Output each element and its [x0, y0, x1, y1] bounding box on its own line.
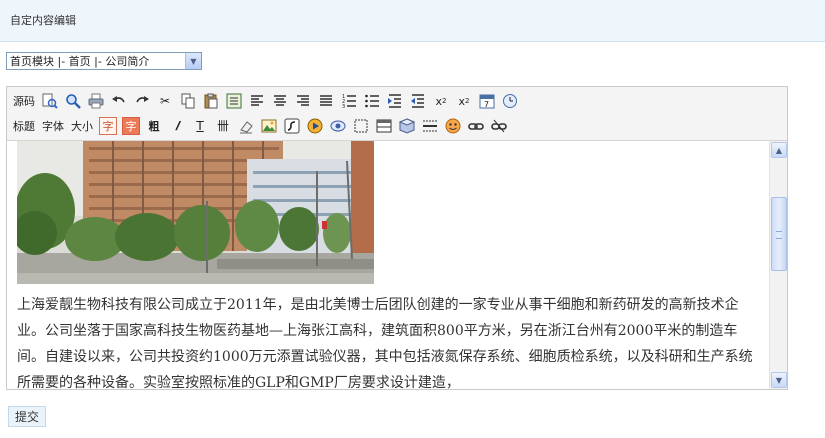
italic-icon[interactable]: 𝐼 — [167, 116, 187, 136]
undo-icon[interactable] — [109, 91, 129, 111]
background-color-button[interactable]: 字 — [121, 116, 141, 136]
unlink-icon[interactable] — [489, 116, 509, 136]
eraser-icon[interactable] — [236, 116, 256, 136]
font-button[interactable]: 字体 — [40, 116, 66, 136]
cut-icon[interactable]: ✂ — [155, 91, 175, 111]
flash-icon[interactable] — [282, 116, 302, 136]
bold-icon: 粗 — [148, 120, 160, 133]
preview-icon[interactable] — [40, 91, 60, 111]
horizontal-rule-icon[interactable] — [420, 116, 440, 136]
layer-icon[interactable] — [351, 116, 371, 136]
realplayer-icon[interactable] — [328, 116, 348, 136]
submit-button[interactable]: 提交 — [8, 406, 46, 427]
emoticon-icon[interactable] — [443, 116, 463, 136]
text-color-icon: 字 — [99, 117, 117, 135]
chevron-down-icon[interactable]: ▼ — [185, 53, 201, 69]
indent-icon[interactable] — [385, 91, 405, 111]
svg-text:3: 3 — [342, 104, 345, 109]
title-bar: 自定内容编辑 — [0, 0, 825, 42]
subscript-icon[interactable]: x2 — [431, 91, 451, 111]
copy-icon[interactable] — [178, 91, 198, 111]
toolbar-row-2: 标题 字体 大小 字 字 粗 𝐼 T 卌 — [11, 115, 509, 137]
company-intro-text: 上海爱靓生物科技有限公司成立于2011年，是由北美博士后团队创建的一家专业从事干… — [17, 297, 753, 389]
bold-button[interactable]: 粗 — [144, 116, 164, 136]
link-icon[interactable] — [466, 116, 486, 136]
select-all-icon[interactable] — [224, 91, 244, 111]
editor-content[interactable]: 上海爱靓生物科技有限公司成立于2011年，是由北美博士后团队创建的一家专业从事干… — [7, 141, 769, 389]
align-left-icon[interactable] — [247, 91, 267, 111]
size-button[interactable]: 大小 — [69, 116, 95, 136]
align-right-icon[interactable] — [293, 91, 313, 111]
superscript-icon[interactable]: x2 — [454, 91, 474, 111]
ordered-list-icon[interactable]: 123 — [339, 91, 359, 111]
print-icon[interactable] — [86, 91, 106, 111]
page-title: 自定内容编辑 — [10, 14, 76, 27]
scroll-up-icon[interactable]: ▲ — [771, 142, 787, 158]
text-color-button[interactable]: 字 — [98, 116, 118, 136]
special-char-icon[interactable] — [397, 116, 417, 136]
rich-text-editor: 源码 ✂ 123 x2 x2 7 标题 字体 大小 字 字 粗 𝐼 T 卌 上海… — [6, 86, 788, 390]
image-icon[interactable] — [259, 116, 279, 136]
table-icon[interactable] — [374, 116, 394, 136]
align-center-icon[interactable] — [270, 91, 290, 111]
date-icon[interactable]: 7 — [477, 91, 497, 111]
svg-text:7: 7 — [484, 100, 489, 109]
source-button[interactable]: 源码 — [11, 91, 37, 111]
paste-icon[interactable] — [201, 91, 221, 111]
vertical-scrollbar[interactable]: ▲ ▼ — [769, 141, 787, 389]
scroll-down-icon[interactable]: ▼ — [771, 372, 787, 388]
module-select-value: 首页模块 |- 首页 |- 公司简介 — [10, 55, 150, 68]
redo-icon[interactable] — [132, 91, 152, 111]
underline-icon[interactable]: T — [190, 116, 210, 136]
justify-icon[interactable] — [316, 91, 336, 111]
outdent-icon[interactable] — [408, 91, 428, 111]
strikethrough-icon[interactable]: 卌 — [213, 116, 233, 136]
find-icon[interactable] — [63, 91, 83, 111]
media-icon[interactable] — [305, 116, 325, 136]
time-icon[interactable] — [500, 91, 520, 111]
background-color-icon: 字 — [122, 117, 140, 135]
editor-toolbar: 源码 ✂ 123 x2 x2 7 标题 字体 大小 字 字 粗 𝐼 T 卌 — [7, 87, 787, 141]
company-building-photo — [17, 141, 374, 284]
unordered-list-icon[interactable] — [362, 91, 382, 111]
scrollbar-thumb[interactable] — [771, 197, 787, 271]
toolbar-row-1: 源码 ✂ 123 x2 x2 7 — [11, 90, 520, 112]
module-select[interactable]: 首页模块 |- 首页 |- 公司简介 ▼ — [6, 52, 202, 70]
heading-button[interactable]: 标题 — [11, 116, 37, 136]
